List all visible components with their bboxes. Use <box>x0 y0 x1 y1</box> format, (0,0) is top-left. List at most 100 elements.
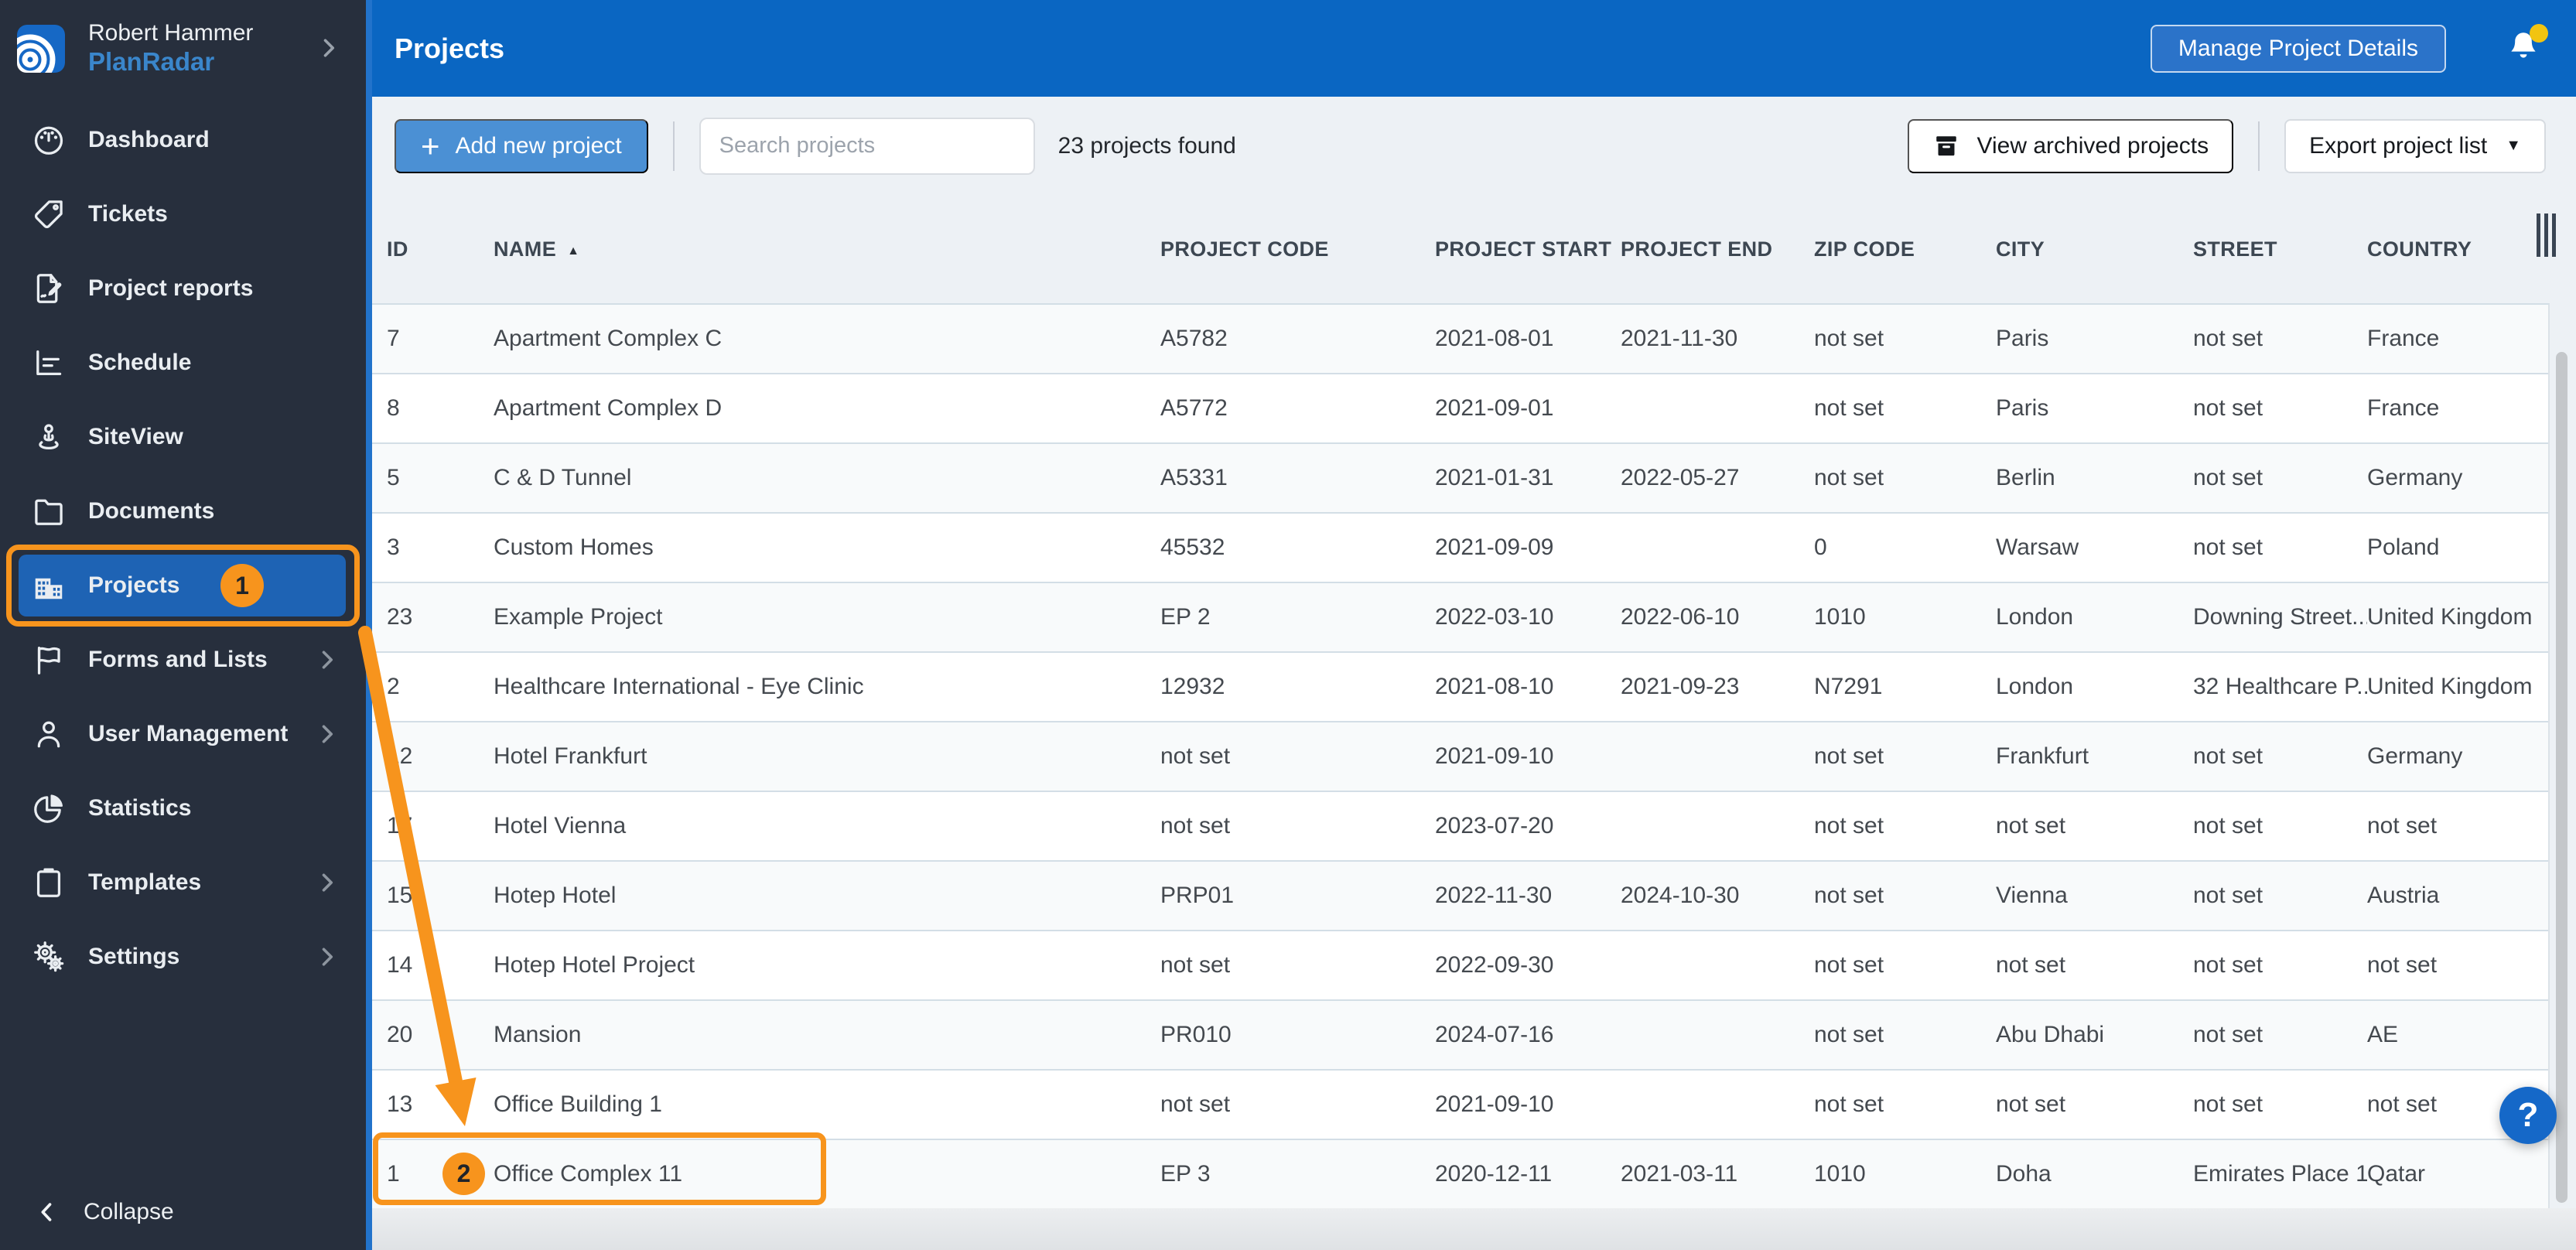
manage-project-details-button[interactable]: Manage Project Details <box>2150 24 2446 73</box>
table-row-custom-homes[interactable]: 3 Custom Homes 45532 2021-09-09 0 Warsaw not s… <box>372 514 2548 583</box>
sidebar-item-schedule[interactable]: Schedule <box>0 326 366 400</box>
column-header-project-start[interactable]: PROJECT START <box>1435 237 1621 261</box>
column-header-project-end[interactable]: PROJECT END <box>1621 237 1814 261</box>
cell-street: not set <box>2193 743 2263 769</box>
sidebar-item-project-reports[interactable]: Project reports <box>0 251 366 326</box>
add-new-project-button[interactable]: + Add new project <box>395 118 648 173</box>
cell-zip: 1010 <box>1814 604 1866 630</box>
notification-dot <box>2530 23 2548 43</box>
table-row-hotep-hotel-project[interactable]: 14 Hotep Hotel Project not set 2022-09-30 no… <box>372 931 2548 1001</box>
cell-start: 2021-09-10 <box>1435 743 1554 769</box>
cell-name: Apartment Complex D <box>494 395 723 421</box>
export-project-list-button[interactable]: Export project list ▼ <box>2284 118 2546 173</box>
export-button-label: Export project list <box>2309 132 2488 159</box>
sidebar-item-forms-and-lists[interactable]: Forms and Lists <box>0 623 366 697</box>
column-header-id[interactable]: ID <box>372 237 494 261</box>
cell-start: 2022-09-30 <box>1435 952 1554 978</box>
table-row-apartment-complex-c[interactable]: 7 Apartment Complex C A5782 2021-08-01 2021-… <box>372 305 2548 374</box>
sidebar-item-dashboard[interactable]: Dashboard <box>0 103 366 177</box>
column-settings-icon[interactable] <box>2537 213 2556 257</box>
sidebar-item-statistics[interactable]: Statistics <box>0 771 366 845</box>
cell-city: Paris <box>1996 326 2049 351</box>
cell-street: 32 Healthcare P... <box>2193 674 2367 699</box>
table-row-office-building-1[interactable]: 13 Office Building 1 not set 2021-09-10 not … <box>372 1071 2548 1140</box>
column-header-project-code[interactable]: PROJECT CODE <box>1160 237 1435 261</box>
cell-country: Poland <box>2367 534 2440 560</box>
sidebar-item-tickets[interactable]: Tickets <box>0 177 366 251</box>
cell-id: 3 <box>387 534 400 560</box>
sidebar-item-projects[interactable]: Projects 1 <box>0 545 366 627</box>
table-row-hotep-hotel[interactable]: 15 Hotep Hotel PRP01 2022-11-30 2024-10-30 no… <box>372 862 2548 931</box>
cell-id: 7 <box>387 326 400 351</box>
cell-country: United Kingdom <box>2367 674 2533 699</box>
results-count: 23 projects found <box>1057 132 1236 159</box>
sidebar-item-label: Documents <box>88 498 215 524</box>
sidebar-item-label: Projects <box>88 572 180 598</box>
cell-street: Downing Street... <box>2193 604 2367 630</box>
cell-code: PRP01 <box>1160 883 1235 908</box>
tickets-icon <box>31 196 67 232</box>
sidebar-accent-stripe <box>366 0 372 1250</box>
sidebar-item-user-management[interactable]: User Management <box>0 697 366 771</box>
page-header: Projects Manage Project Details <box>372 0 2576 97</box>
column-header-zip-code[interactable]: ZIP CODE <box>1814 237 1996 261</box>
planradar-logo-icon <box>17 24 65 73</box>
cell-name: Office Building 1 <box>494 1091 662 1117</box>
table-row-office-complex-11[interactable]: 1 Office Complex 11 EP 3 2020-12-11 2021-03-… <box>372 1140 2548 1210</box>
cell-city: not set <box>1996 952 2066 978</box>
table-row-healthcare-international-eye-clinic[interactable]: 2 Healthcare International - Eye Clinic 12… <box>372 653 2548 722</box>
column-header-name[interactable]: NAME ▲ <box>494 237 1160 261</box>
column-header-city[interactable]: CITY <box>1996 237 2193 261</box>
project-reports-icon <box>31 271 67 306</box>
sidebar-collapse[interactable]: Collapse <box>0 1185 400 1239</box>
table-row-mansion[interactable]: 20 Mansion PR010 2024-07-16 not set Abu Dhabi… <box>372 1001 2548 1071</box>
cell-name: Mansion <box>494 1022 582 1047</box>
chevron-right-icon <box>313 943 341 971</box>
cell-zip: N7291 <box>1814 674 1883 699</box>
cell-start: 2021-01-31 <box>1435 465 1554 490</box>
table-row-apartment-complex-d[interactable]: 8 Apartment Complex D A5772 2021-09-01 not s… <box>372 374 2548 444</box>
sidebar-item-documents[interactable]: Documents <box>0 474 366 548</box>
cell-country: AE <box>2367 1022 2399 1047</box>
cell-end: 2021-11-30 <box>1621 326 1738 351</box>
cell-city: Abu Dhabi <box>1996 1022 2105 1047</box>
cell-city: Berlin <box>1996 465 2055 490</box>
profile-text: Robert Hammer PlanRadar <box>88 20 253 76</box>
sidebar-item-label: Templates <box>88 869 202 895</box>
cell-end: 2024-10-30 <box>1621 883 1740 908</box>
sidebar-item-templates[interactable]: Templates <box>0 845 366 920</box>
cell-name: C & D Tunnel <box>494 465 632 490</box>
table-row-c-d-tunnel[interactable]: 5 C & D Tunnel A5331 2021-01-31 2022-05-27 no… <box>372 444 2548 514</box>
help-button[interactable]: ? <box>2499 1087 2557 1144</box>
table-row-hotel-frankfurt[interactable]: 12 Hotel Frankfurt not set 2021-09-10 not se… <box>372 722 2548 792</box>
cell-start: 2022-11-30 <box>1435 883 1553 908</box>
table-row-example-project[interactable]: 23 Example Project EP 2 2022-03-10 2022-06-1… <box>372 583 2548 653</box>
cell-country: not set <box>2367 813 2438 838</box>
sidebar-item-label: Dashboard <box>88 127 210 152</box>
vertical-scrollbar[interactable] <box>2556 352 2567 1203</box>
cell-name: Hotel Frankfurt <box>494 743 647 769</box>
table-row-hotel-vienna[interactable]: 17 Hotel Vienna not set 2023-07-20 not set no… <box>372 792 2548 862</box>
sidebar-item-label: Tickets <box>88 201 168 227</box>
view-archived-projects-button[interactable]: View archived projects <box>1907 118 2234 173</box>
sidebar-item-settings[interactable]: Settings <box>0 920 366 994</box>
horizontal-scrollbar-track[interactable] <box>372 1208 2576 1250</box>
sidebar-item-label: Forms and Lists <box>88 647 268 672</box>
chevron-right-icon <box>313 869 341 897</box>
account-name: PlanRadar <box>88 46 215 76</box>
user-profile[interactable]: Robert Hammer PlanRadar <box>0 0 366 97</box>
cell-zip: not set <box>1814 395 1884 421</box>
column-header-country[interactable]: COUNTRY <box>2367 237 2548 261</box>
search-projects-input[interactable] <box>699 117 1035 175</box>
cell-id: 2 <box>387 674 400 699</box>
cell-id: 20 <box>387 1022 413 1047</box>
chevron-left-icon <box>34 1199 60 1225</box>
sidebar-item-siteview[interactable]: SiteView <box>0 400 366 474</box>
sort-asc-icon: ▲ <box>567 244 580 258</box>
plus-icon: + <box>421 127 440 164</box>
sidebar-nav: Dashboard Tickets Project reports Schedule S… <box>0 103 366 994</box>
notifications-bell-icon[interactable] <box>2505 23 2548 70</box>
column-header-street[interactable]: STREET <box>2193 237 2367 261</box>
statistics-icon <box>31 791 67 826</box>
cell-zip: not set <box>1814 952 1884 978</box>
